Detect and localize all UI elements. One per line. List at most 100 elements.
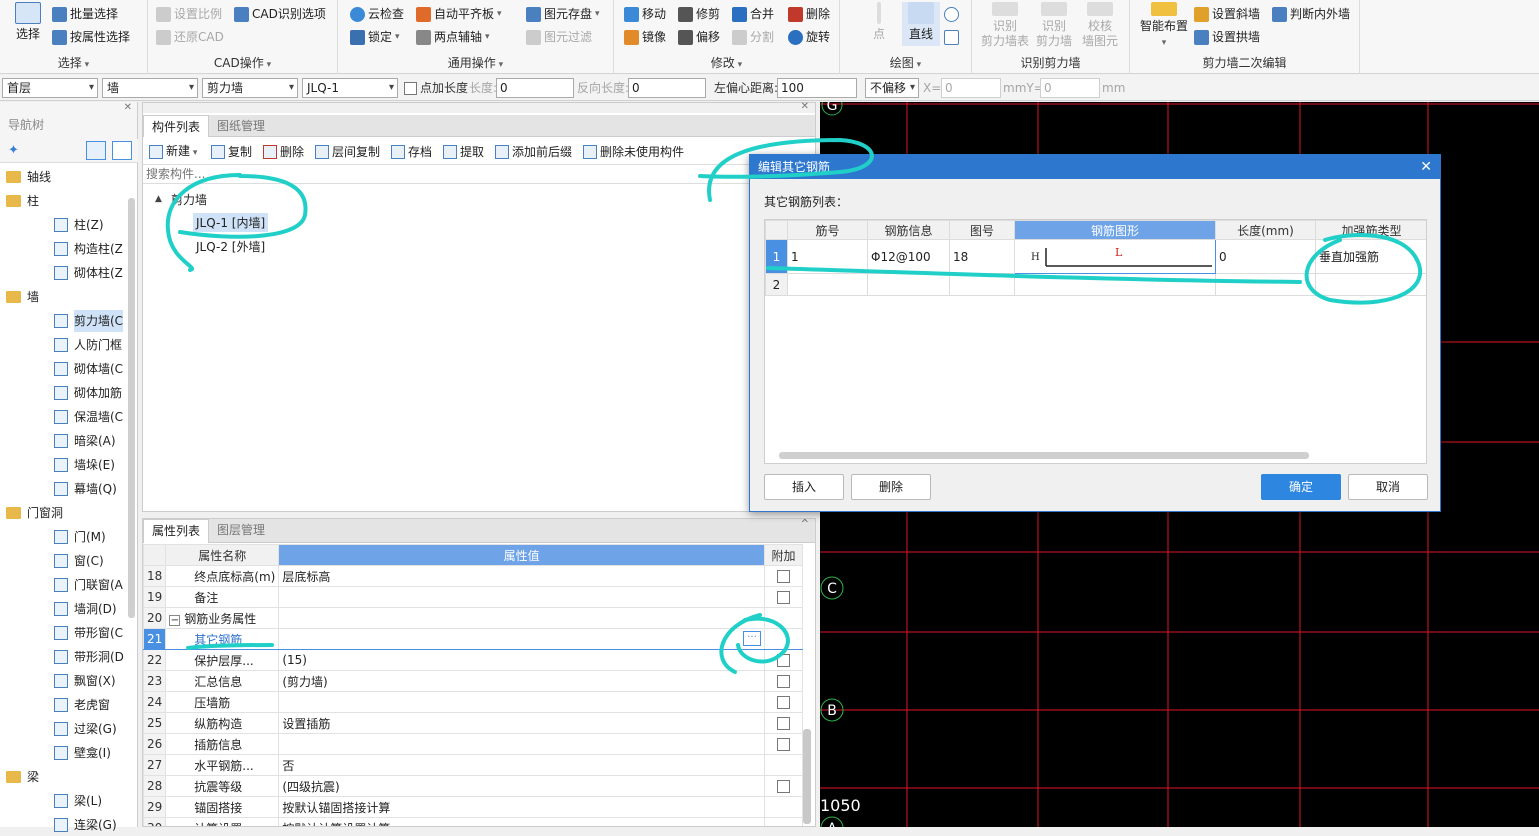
fig-no-cell[interactable]: 18 [949,239,1015,274]
offset-button[interactable]: 偏移 [678,27,720,47]
tree-item-jlq2[interactable]: JLQ-2 [外墙] [193,237,268,256]
checkbox-icon[interactable] [777,654,790,667]
judge-wall-button[interactable]: 判断内外墙 [1272,4,1350,24]
type-select[interactable]: 墙 [102,78,198,98]
panel-close-icon[interactable]: ✕ [801,101,809,112]
nav-scrollbar[interactable] [128,198,135,618]
auto-floor-button[interactable]: 自动平齐板 [416,4,502,24]
table-row[interactable]: 20− 钢筋业务属性 [143,607,803,629]
table-row[interactable]: 29 锚固搭接 按默认锚固搭接计算 [143,796,803,818]
property-value[interactable]: 层底标高 [278,565,765,587]
sidebar-item-13[interactable]: 幕墙(Q) [54,478,117,500]
rotate-button[interactable]: 旋转 [788,27,830,47]
sidebar-item-0[interactable]: 轴线 [6,166,51,188]
sidebar-item-10[interactable]: 保温墙(C [54,406,123,428]
bar-info-cell[interactable]: Φ12@100 [867,239,950,274]
move-button[interactable]: 移动 [624,4,666,24]
property-value[interactable]: (四级抗震) [278,775,765,797]
sidebar-item-14[interactable]: 门窗洞 [6,502,63,524]
batch-select-button[interactable]: 批量选择 [52,4,118,24]
dialog-titlebar[interactable]: 编辑其它钢筋 ✕ [750,155,1440,179]
circle-draw-button[interactable] [944,4,959,24]
modify-group-label[interactable]: 修改 [614,54,839,71]
sidebar-item-20[interactable]: 带形洞(D [54,646,124,668]
property-value[interactable]: 否 [278,754,765,776]
delete-component-button[interactable]: 删除 [263,142,304,162]
property-value[interactable]: 按默认锚固搭接计算 [278,796,765,818]
split-button[interactable]: 分割 [732,27,774,47]
close-icon[interactable]: ✕ [124,102,132,113]
bar-no-cell[interactable]: 1 [787,239,868,274]
floor-select[interactable]: 首层 [2,78,98,98]
props-close-icon[interactable]: ✕ [801,519,809,526]
rect-draw-button[interactable] [944,27,959,47]
length-input[interactable]: 0 [496,78,574,98]
sidebar-item-18[interactable]: 墙洞(D) [54,598,117,620]
y-input[interactable]: 0 [1040,78,1100,98]
table-row[interactable]: 27 水平钢筋... 否 [143,754,803,776]
sidebar-item-21[interactable]: 飘窗(X) [54,670,116,692]
recognize-wall-button[interactable]: 识别 剪力墙 [1034,2,1074,49]
table-row[interactable]: 21 其它钢筋 ··· [143,628,803,650]
delete-button[interactable]: 删除 [788,4,830,24]
checkbox-icon[interactable] [777,591,790,604]
element-filter-button[interactable]: 图元过滤 [526,27,592,47]
ellipsis-button[interactable]: ··· [743,631,761,646]
props-scrollbar[interactable] [803,729,811,824]
sidebar-item-5[interactable]: 墙 [6,286,39,308]
tab-layer-manage[interactable]: 图层管理 [209,519,273,543]
sidebar-item-26[interactable]: 梁(L) [54,790,102,812]
left-offset-input[interactable]: 100 [777,78,857,98]
add-icon[interactable]: ✦ [8,143,19,158]
set-slope-wall-button[interactable]: 设置斜墙 [1194,4,1260,24]
archive-button[interactable]: 存档 [391,142,432,162]
sidebar-item-16[interactable]: 窗(C) [54,550,104,572]
checkbox-icon[interactable] [777,570,790,583]
property-value[interactable] [278,586,765,608]
sidebar-item-12[interactable]: 墙垛(E) [54,454,115,476]
component-search-input[interactable] [143,164,749,184]
insert-button[interactable]: 插入 [764,474,844,500]
table-row[interactable]: 22 保护层厚... (15) [143,649,803,671]
new-button[interactable]: 新建 [149,142,197,162]
table-row[interactable]: 1 1 Φ12@100 18 H L 0 垂直加强筋 [765,239,1426,274]
extract-button[interactable]: 提取 [443,142,484,162]
property-value[interactable]: (15) [278,649,765,671]
cad-options-button[interactable]: CAD识别选项 [234,4,326,24]
table-row[interactable]: 24 压墙筋 [143,691,803,713]
restore-cad-button[interactable]: 还原CAD [156,27,224,47]
sidebar-item-25[interactable]: 梁 [6,766,39,788]
checkbox-icon[interactable] [777,696,790,709]
table-row[interactable]: 28 抗震等级 (四级抗震) [143,775,803,797]
property-value[interactable] [278,733,765,755]
sidebar-item-19[interactable]: 带形窗(C [54,622,123,644]
cad-group-label[interactable]: CAD操作 [148,54,337,71]
trim-button[interactable]: 修剪 [678,4,720,24]
check-wall-button[interactable]: 校核 墙图元 [1078,2,1122,49]
fig-no-cell[interactable] [949,273,1015,296]
sidebar-item-22[interactable]: 老虎窗 [54,694,110,716]
select-by-attr-button[interactable]: 按属性选择 [52,27,130,47]
mirror-button[interactable]: 镜像 [624,27,666,47]
sidebar-item-4[interactable]: 砌体柱(Z [54,262,123,284]
two-point-axis-button[interactable]: 两点辅轴 [416,27,490,47]
sidebar-item-15[interactable]: 门(M) [54,526,106,548]
subtype-select[interactable]: 剪力墙 [202,78,298,98]
delete-unused-button[interactable]: 删除未使用构件 [583,142,684,162]
table-row[interactable]: 19 备注 [143,586,803,608]
property-value[interactable]: 按默认计算设置计算 [278,817,765,826]
offset-mode-select[interactable]: 不偏移 [865,78,919,98]
sidebar-item-7[interactable]: 人防门框 [54,334,122,356]
select-group-label[interactable]: 选择 [0,54,147,71]
floor-copy-button[interactable]: 层间复制 [315,142,380,162]
table-row[interactable]: 25 纵筋构造 设置插筋 [143,712,803,734]
grid-view-icon[interactable] [112,141,132,160]
tab-component-list[interactable]: 构件列表 [143,115,210,137]
checkbox-icon[interactable] [404,82,417,95]
length-cell[interactable] [1215,273,1316,296]
dialog-close-icon[interactable]: ✕ [1420,155,1432,179]
point-button[interactable]: 点 [862,2,896,42]
tree-item-jlq1[interactable]: JLQ-1 [内墙] [193,213,269,232]
line-button[interactable]: 直线 [902,2,940,46]
bar-info-cell[interactable] [867,273,950,296]
